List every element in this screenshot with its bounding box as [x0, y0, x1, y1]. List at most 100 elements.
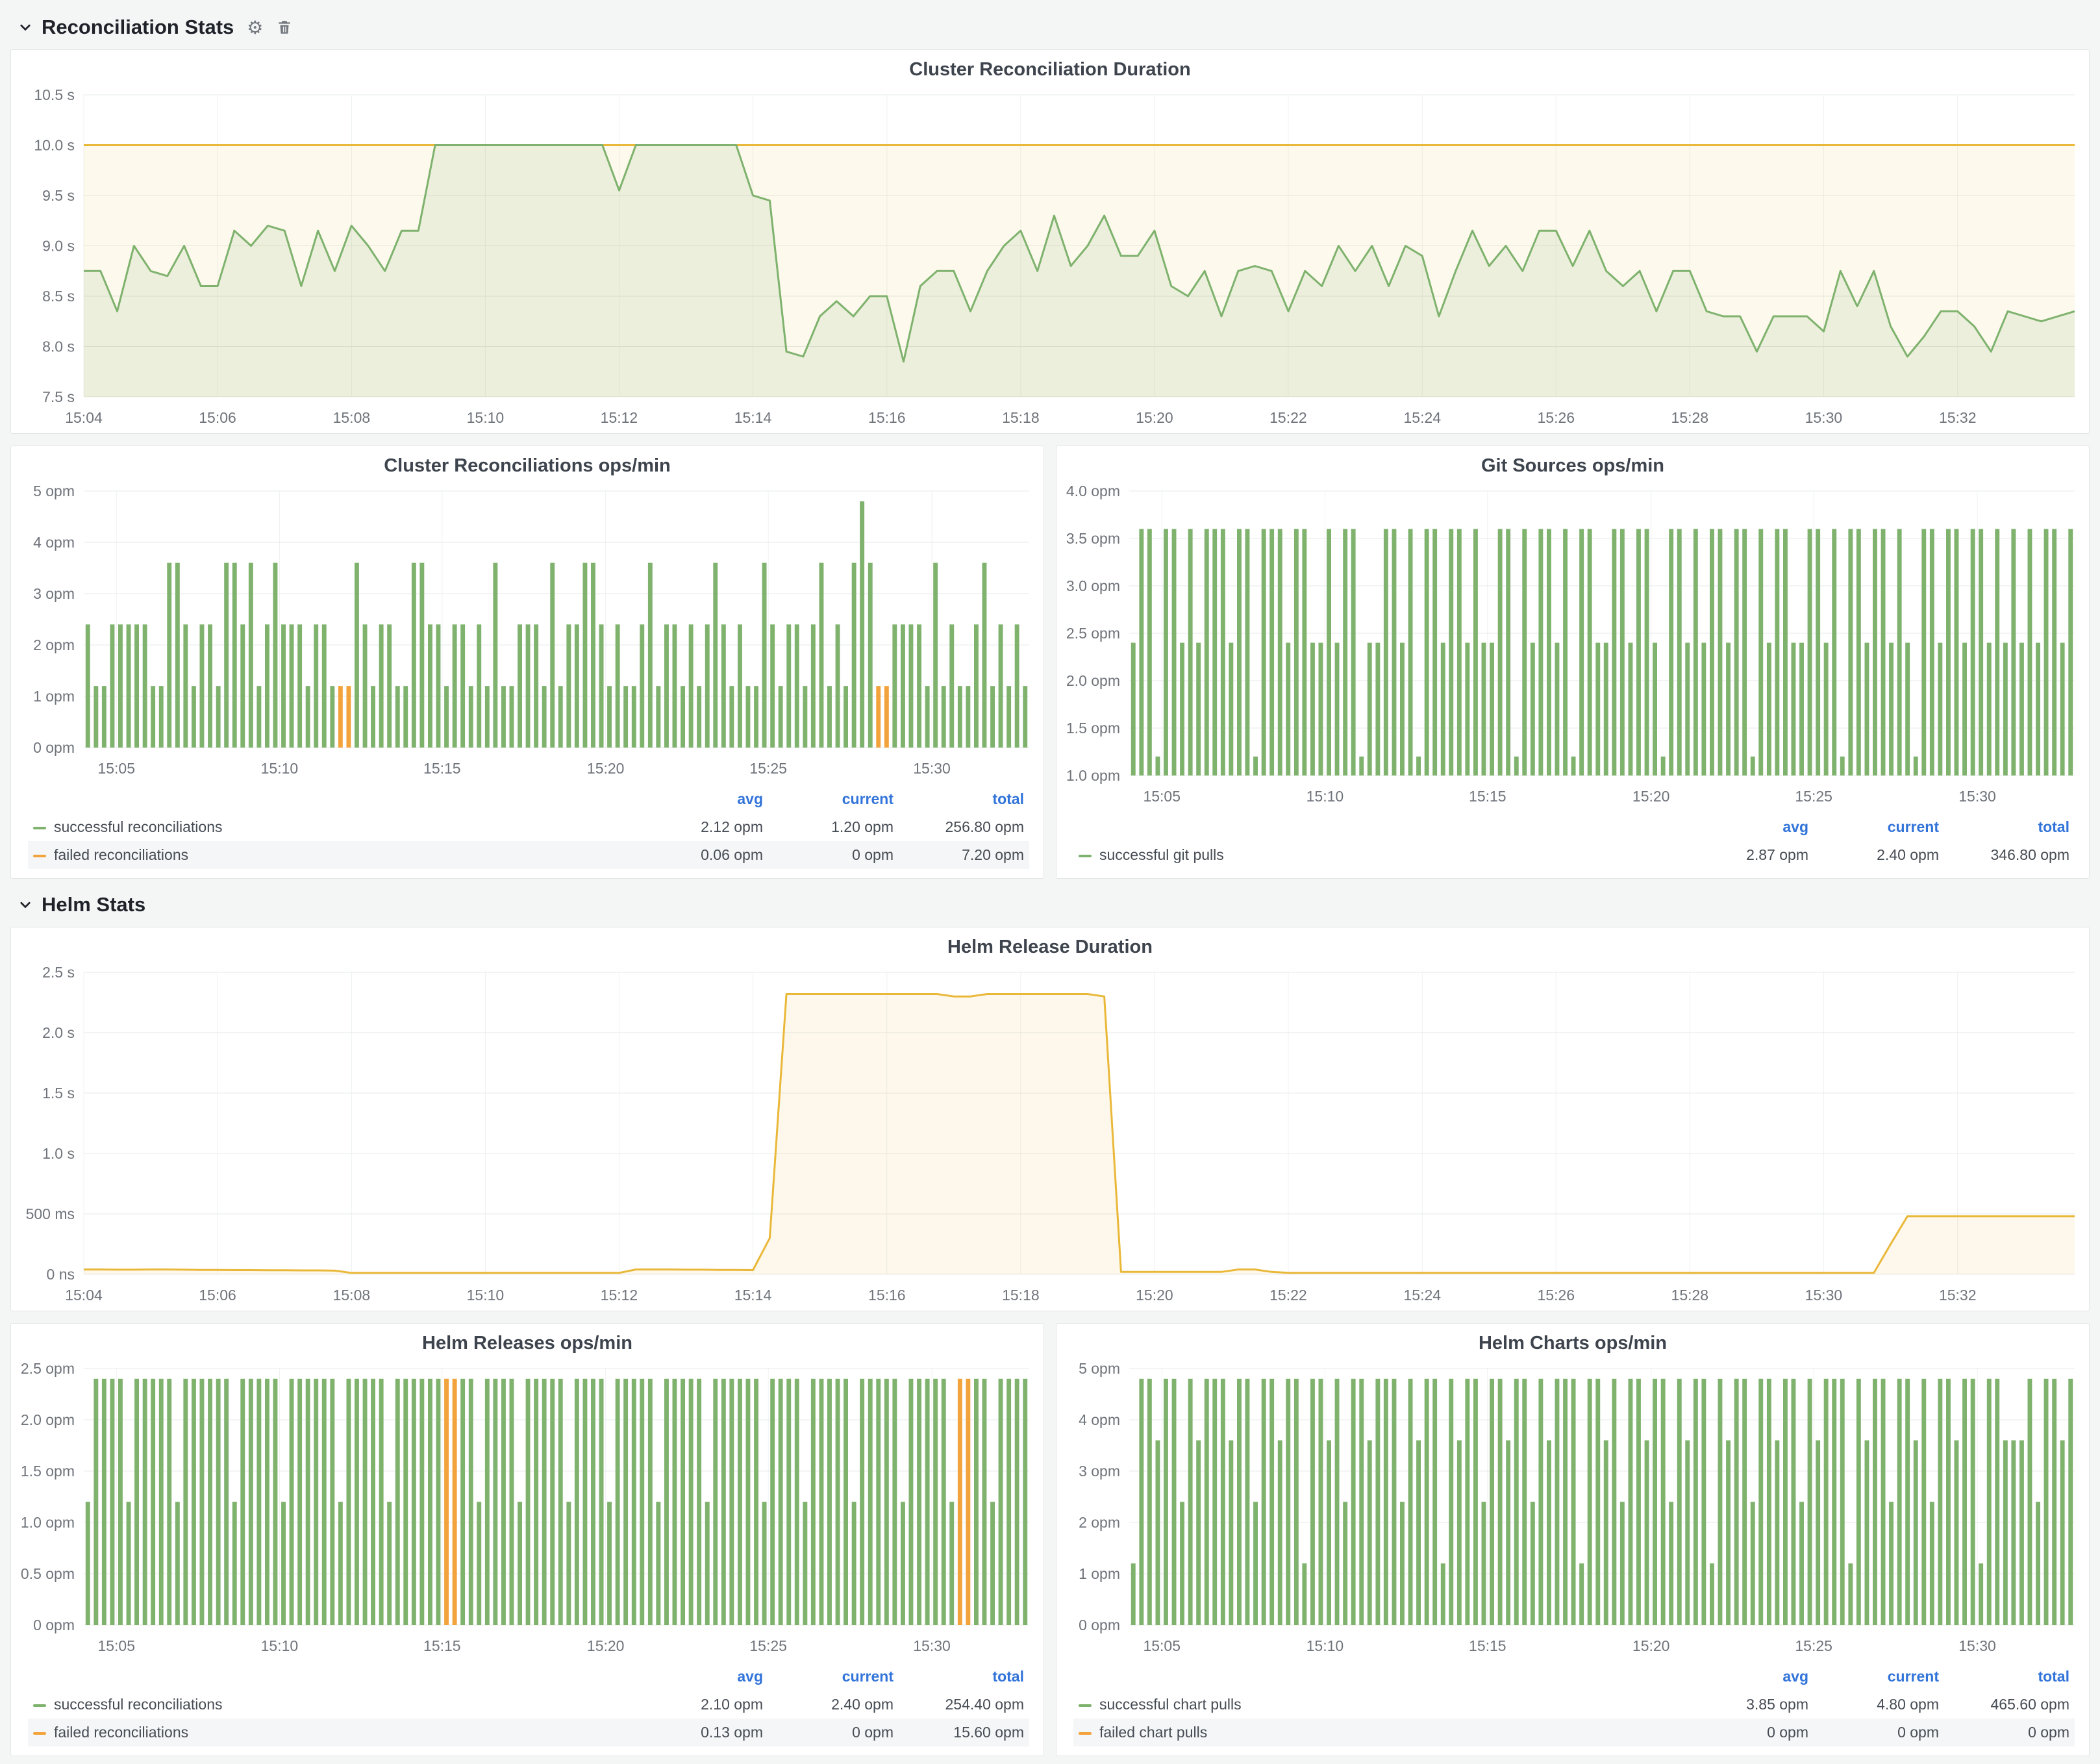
svg-text:15:30: 15:30: [1958, 788, 1996, 805]
svg-text:15:20: 15:20: [1632, 788, 1670, 805]
series-marker: [1079, 1704, 1092, 1707]
legend-header-avg[interactable]: avg: [638, 1663, 768, 1691]
svg-text:15:10: 15:10: [261, 760, 299, 777]
panel-title[interactable]: Cluster Reconciliation Duration: [11, 50, 2089, 83]
legend-total-value: 0 opm: [1944, 1719, 2075, 1746]
legend-total-value: 256.80 opm: [899, 813, 1029, 841]
svg-text:15:04: 15:04: [65, 409, 103, 426]
cluster-reconciliations-opm-chart[interactable]: 0 opm1 opm2 opm3 opm4 opm5 opm15:0515:10…: [11, 479, 1044, 784]
legend-avg-value: 2.87 opm: [1683, 841, 1814, 869]
legend-header-total[interactable]: total: [899, 785, 1029, 813]
section-header-helm-stats[interactable]: Helm Stats: [10, 885, 2090, 927]
svg-text:1.5 s: 1.5 s: [42, 1085, 75, 1102]
series-name[interactable]: failed reconciliations: [54, 846, 188, 863]
panel-helm-releases-opm: Helm Releases ops/min 0 opm0.5 opm1.0 op…: [10, 1323, 1044, 1756]
svg-text:15:20: 15:20: [1136, 409, 1173, 426]
section-title: Helm Stats: [42, 893, 145, 916]
svg-text:2 opm: 2 opm: [1079, 1514, 1120, 1531]
legend-current-value: 2.40 opm: [1814, 841, 1944, 869]
svg-text:0.5 opm: 0.5 opm: [21, 1565, 75, 1582]
svg-text:15:16: 15:16: [868, 1287, 906, 1304]
series-name[interactable]: successful git pulls: [1099, 846, 1224, 863]
series-name[interactable]: successful reconciliations: [54, 818, 223, 835]
legend-header-current[interactable]: current: [768, 785, 899, 813]
svg-text:15:25: 15:25: [749, 760, 787, 777]
legend-header-row: avg current total: [1073, 813, 2075, 841]
panel-cluster-reconciliation-duration: Cluster Reconciliation Duration 7.5 s8.0…: [10, 49, 2090, 434]
legend-avg-value: 0.13 opm: [638, 1719, 768, 1746]
panel-title[interactable]: Helm Release Duration: [11, 927, 2089, 961]
svg-text:15:30: 15:30: [913, 760, 951, 777]
helm-charts-opm-chart[interactable]: 0 opm1 opm2 opm3 opm4 opm5 opm15:0515:10…: [1056, 1357, 2089, 1661]
svg-text:15:22: 15:22: [1269, 409, 1307, 426]
git-sources-opm-chart[interactable]: 1.0 opm1.5 opm2.0 opm2.5 opm3.0 opm3.5 o…: [1056, 479, 2089, 812]
legend-total-value: 7.20 opm: [899, 841, 1029, 869]
svg-text:15:10: 15:10: [1306, 1637, 1344, 1654]
legend-header-avg[interactable]: avg: [1683, 1663, 1814, 1691]
legend-avg-value: 0 opm: [1683, 1719, 1814, 1746]
panel-helm-release-duration: Helm Release Duration 0 ns500 ms1.0 s1.5…: [10, 927, 2090, 1311]
panel-git-sources-opm: Git Sources ops/min 1.0 opm1.5 opm2.0 op…: [1056, 446, 2090, 879]
svg-text:0 opm: 0 opm: [33, 739, 75, 756]
svg-text:15:18: 15:18: [1002, 409, 1040, 426]
svg-text:15:30: 15:30: [913, 1637, 951, 1654]
svg-text:15:22: 15:22: [1269, 1287, 1307, 1304]
legend-header-avg[interactable]: avg: [638, 785, 768, 813]
helm-releases-opm-chart[interactable]: 0 opm0.5 opm1.0 opm1.5 opm2.0 opm2.5 opm…: [11, 1357, 1044, 1661]
svg-text:15:08: 15:08: [333, 409, 371, 426]
series-name[interactable]: failed chart pulls: [1099, 1724, 1207, 1741]
section-title: Reconciliation Stats: [42, 16, 234, 39]
svg-text:2.5 opm: 2.5 opm: [21, 1360, 75, 1377]
svg-text:3 opm: 3 opm: [1079, 1463, 1120, 1480]
trash-icon[interactable]: [276, 19, 293, 36]
svg-text:10.0 s: 10.0 s: [34, 137, 75, 154]
legend-row: successful reconciliations 2.12 opm 1.20…: [28, 813, 1029, 841]
legend-row: successful reconciliations 2.10 opm 2.40…: [28, 1691, 1029, 1719]
svg-text:9.5 s: 9.5 s: [42, 187, 75, 204]
legend-row: successful chart pulls 3.85 opm 4.80 opm…: [1073, 1691, 2075, 1719]
panel-title[interactable]: Helm Charts ops/min: [1056, 1324, 2089, 1357]
svg-text:2 opm: 2 opm: [33, 636, 75, 653]
gear-icon[interactable]: ⚙: [247, 17, 263, 38]
svg-text:3.0 opm: 3.0 opm: [1066, 577, 1120, 594]
legend-row: failed reconciliations 0.13 opm 0 opm 15…: [28, 1719, 1029, 1746]
legend-total-value: 346.80 opm: [1944, 841, 2075, 869]
svg-text:3.5 opm: 3.5 opm: [1066, 530, 1120, 547]
svg-text:15:14: 15:14: [734, 1287, 772, 1304]
legend-header-current[interactable]: current: [1814, 1663, 1944, 1691]
svg-text:0 ns: 0 ns: [47, 1266, 75, 1283]
svg-text:15:05: 15:05: [1143, 788, 1181, 805]
legend: avg current total successful reconciliat…: [11, 784, 1044, 878]
svg-text:15:25: 15:25: [1795, 788, 1832, 805]
svg-text:2.5 opm: 2.5 opm: [1066, 625, 1120, 642]
svg-text:2.0 opm: 2.0 opm: [1066, 672, 1120, 689]
legend: avg current total successful reconciliat…: [11, 1661, 1044, 1756]
series-marker: [33, 1704, 46, 1707]
legend-avg-value: 3.85 opm: [1683, 1691, 1814, 1719]
svg-text:3 opm: 3 opm: [33, 585, 75, 602]
panel-title[interactable]: Cluster Reconciliations ops/min: [11, 446, 1044, 479]
panel-title[interactable]: Git Sources ops/min: [1056, 446, 2089, 479]
legend-header-current[interactable]: current: [1814, 813, 1944, 841]
legend-header-current[interactable]: current: [768, 1663, 899, 1691]
legend-header-total[interactable]: total: [899, 1663, 1029, 1691]
legend: avg current total successful chart pulls…: [1056, 1661, 2089, 1756]
svg-text:15:26: 15:26: [1538, 1287, 1575, 1304]
svg-text:1 opm: 1 opm: [1079, 1565, 1120, 1582]
legend-header-total[interactable]: total: [1944, 813, 2075, 841]
series-name[interactable]: successful reconciliations: [54, 1696, 223, 1713]
helm-release-duration-chart[interactable]: 0 ns500 ms1.0 s1.5 s2.0 s2.5 s15:0415:06…: [11, 961, 2089, 1311]
legend: avg current total successful git pulls 2…: [1056, 812, 2089, 878]
cluster-reconciliation-duration-chart[interactable]: 7.5 s8.0 s8.5 s9.0 s9.5 s10.0 s10.5 s15:…: [11, 83, 2089, 433]
svg-text:15:05: 15:05: [97, 760, 135, 777]
section-header-reconciliation-stats[interactable]: Reconciliation Stats ⚙: [10, 8, 2090, 49]
series-name[interactable]: failed reconciliations: [54, 1724, 188, 1741]
legend-header-total[interactable]: total: [1944, 1663, 2075, 1691]
series-name[interactable]: successful chart pulls: [1099, 1696, 1242, 1713]
svg-text:15:15: 15:15: [423, 760, 461, 777]
panel-title[interactable]: Helm Releases ops/min: [11, 1324, 1044, 1357]
svg-text:15:06: 15:06: [199, 409, 236, 426]
legend-header-avg[interactable]: avg: [1683, 813, 1814, 841]
legend-avg-value: 2.10 opm: [638, 1691, 768, 1719]
svg-text:15:30: 15:30: [1805, 1287, 1843, 1304]
